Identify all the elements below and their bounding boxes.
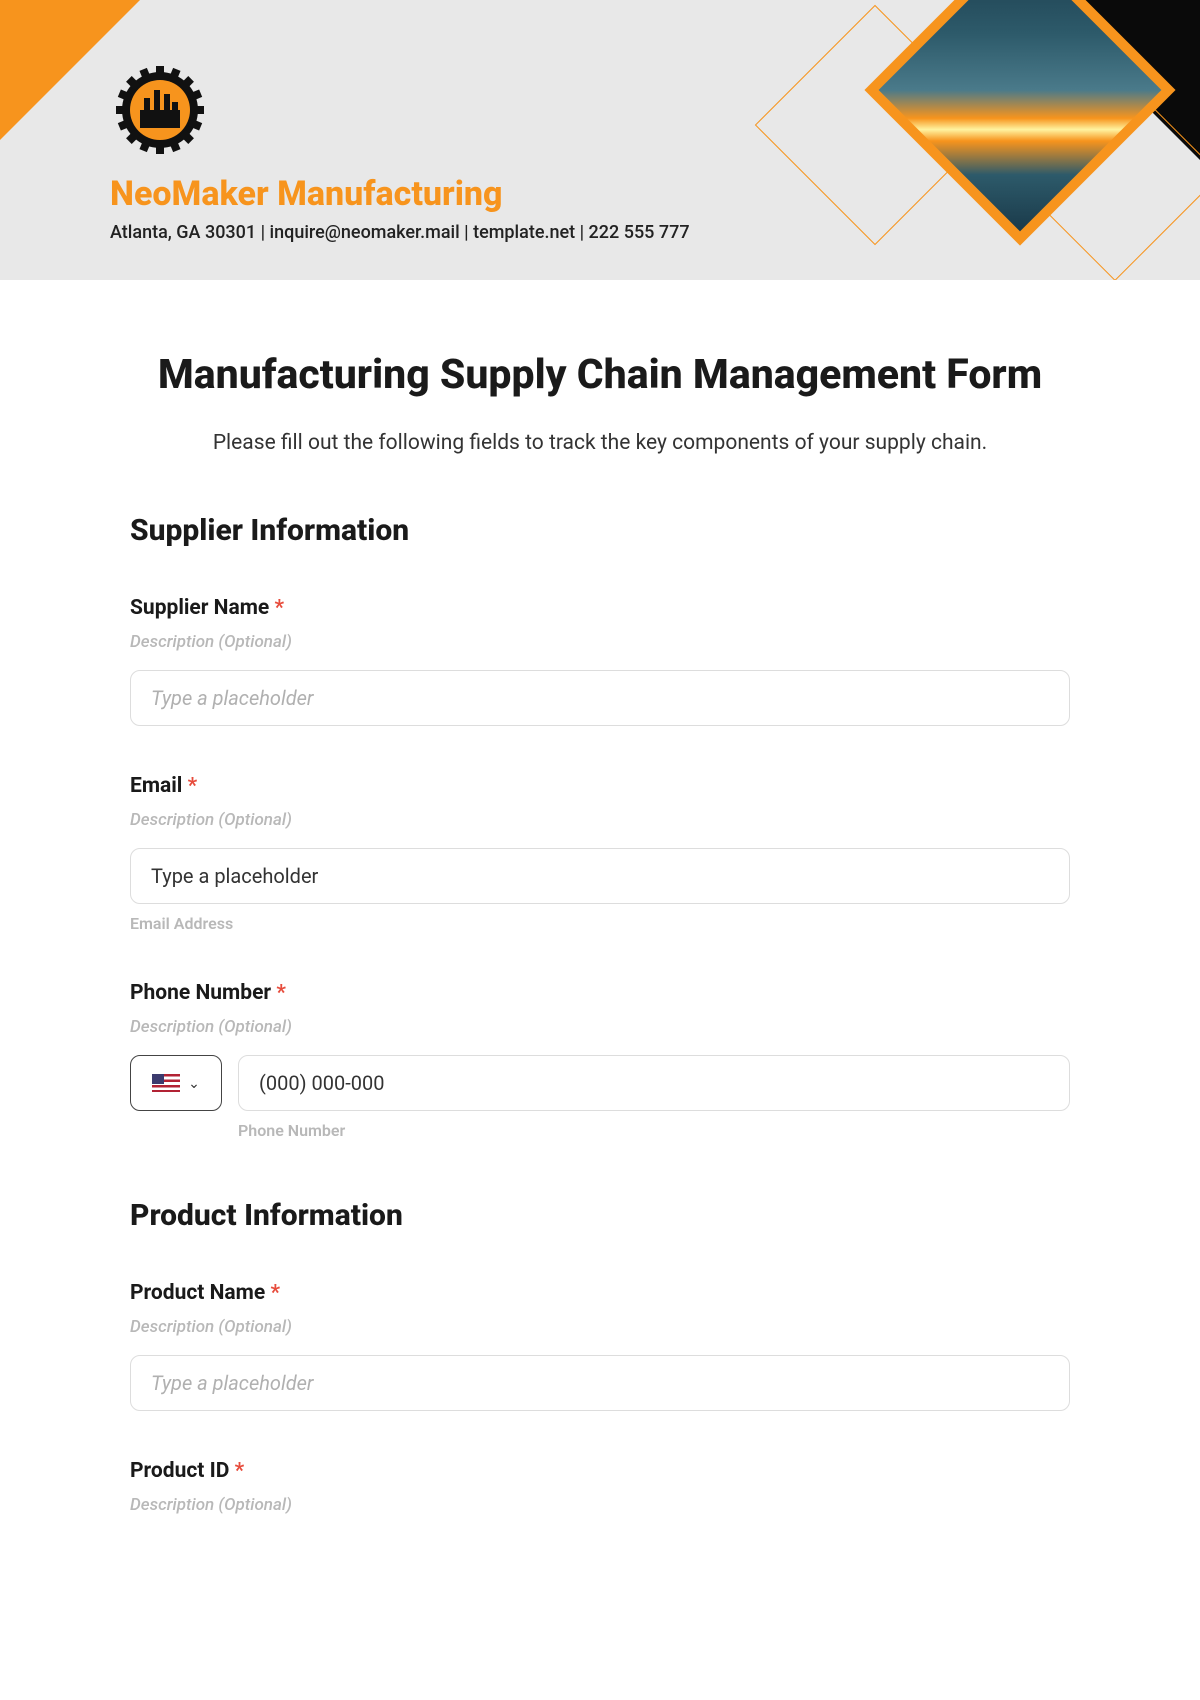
desc-product-name[interactable]: Description (Optional) (130, 1317, 1070, 1337)
input-supplier-name[interactable] (130, 670, 1070, 726)
sublabel-email: Email Address (130, 914, 1070, 933)
field-product-name: Product Name * Description (Optional) (130, 1281, 1070, 1411)
input-email[interactable] (130, 848, 1070, 904)
form-title: Manufacturing Supply Chain Management Fo… (130, 350, 1070, 401)
decorative-diamond-group (820, 0, 1160, 220)
contact-line: Atlanta, GA 30301 | inquire@neomaker.mai… (110, 222, 1090, 243)
input-phone[interactable] (238, 1055, 1070, 1111)
header-banner: NeoMaker Manufacturing Atlanta, GA 30301… (0, 0, 1200, 280)
section-product-heading: Product Information (130, 1198, 1070, 1233)
section-supplier-heading: Supplier Information (130, 513, 1070, 548)
desc-supplier-name[interactable]: Description (Optional) (130, 632, 1070, 652)
field-phone: Phone Number * Description (Optional) ⌄ … (130, 981, 1070, 1140)
desc-phone[interactable]: Description (Optional) (130, 1017, 1070, 1037)
label-email: Email * (130, 774, 1070, 798)
label-phone: Phone Number * (130, 981, 1070, 1005)
field-product-id: Product ID * Description (Optional) (130, 1459, 1070, 1515)
country-code-selector[interactable]: ⌄ (130, 1055, 222, 1111)
chevron-down-icon: ⌄ (188, 1075, 200, 1092)
sublabel-phone: Phone Number (238, 1121, 1070, 1140)
field-email: Email * Description (Optional) Email Add… (130, 774, 1070, 933)
input-product-name[interactable] (130, 1355, 1070, 1411)
decorative-triangle-left (0, 0, 140, 140)
form-subtitle: Please fill out the following fields to … (130, 431, 1070, 455)
label-product-name: Product Name * (130, 1281, 1070, 1305)
desc-email[interactable]: Description (Optional) (130, 810, 1070, 830)
field-supplier-name: Supplier Name * Description (Optional) (130, 596, 1070, 726)
form-content: Manufacturing Supply Chain Management Fo… (0, 280, 1200, 1555)
label-supplier-name: Supplier Name * (130, 596, 1070, 620)
flag-us-icon (152, 1074, 180, 1092)
desc-product-id[interactable]: Description (Optional) (130, 1495, 1070, 1515)
label-product-id: Product ID * (130, 1459, 1070, 1483)
